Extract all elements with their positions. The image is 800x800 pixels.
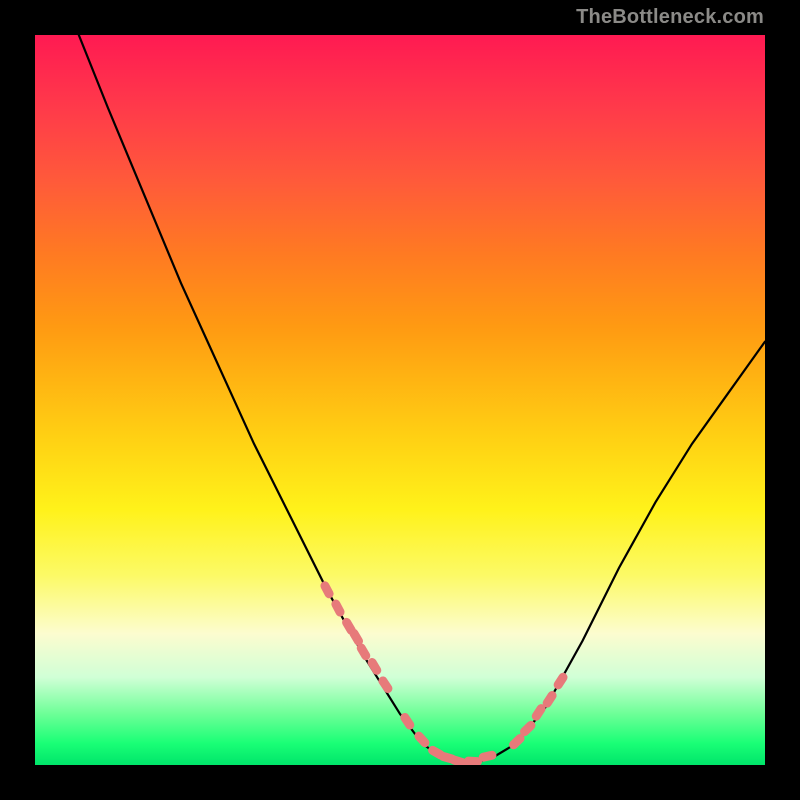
chart-container: TheBottleneck.com xyxy=(0,0,800,800)
highlight-dot xyxy=(319,580,335,600)
highlight-dot xyxy=(478,750,498,763)
chart-svg xyxy=(35,35,765,765)
plot-area xyxy=(35,35,765,765)
highlight-dot xyxy=(377,675,394,695)
bottleneck-curve xyxy=(79,35,765,763)
highlight-dot xyxy=(552,671,569,691)
watermark-label: TheBottleneck.com xyxy=(576,6,764,29)
highlight-dots xyxy=(319,580,569,765)
highlight-dot xyxy=(366,656,383,676)
